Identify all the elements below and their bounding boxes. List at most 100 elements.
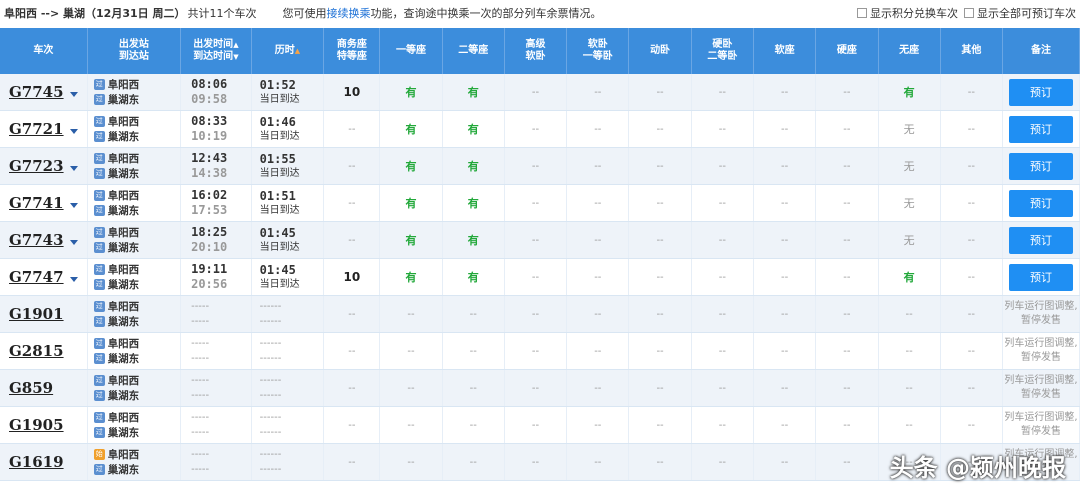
seat-availability: -- [531,456,540,468]
train-number-link[interactable]: G7721 [9,120,64,138]
train-number-link[interactable]: G7741 [9,194,64,212]
bookable-train-toggle[interactable]: 显示全部可预订车次 [964,5,1076,21]
train-cell: G7721 [0,110,88,148]
duration-value: 01:51 [259,188,296,203]
points-train-toggle[interactable]: 显示积分兑换车次 [857,5,958,21]
chevron-down-icon[interactable] [69,165,78,171]
seat-cell[interactable]: 有 [442,147,505,185]
seat-cell: -- [753,332,817,370]
departure-time: 18:25 [191,225,228,239]
transfer-link[interactable]: 接续换乘 [326,7,370,20]
seat-cell[interactable]: 有 [878,74,941,111]
arrive-day: ------ [259,316,282,327]
train-number-link[interactable]: G2815 [9,342,64,360]
note-cell: 预订 [1002,258,1080,296]
train-number-link[interactable]: G1905 [9,416,64,434]
chevron-down-icon[interactable] [69,128,78,134]
seat-cell[interactable]: 有 [442,110,505,148]
seat-cell[interactable]: 10 [323,74,381,111]
pass-station-icon: 过 [93,227,105,238]
seat-availability: -- [718,123,726,135]
seat-availability: -- [469,456,477,468]
train-number-link[interactable]: G1901 [9,305,64,323]
seat-cell[interactable]: 有 [442,184,505,222]
seat-cell[interactable]: 有 [379,258,443,296]
chevron-down-icon[interactable] [69,239,78,245]
train-count: 共计11个车次 [187,7,257,20]
seat-availability: 无 [903,234,915,247]
seat-cell[interactable]: 有 [379,74,443,111]
duration-cell: ------ ------ [251,443,325,481]
book-button[interactable]: 预订 [1009,263,1074,291]
train-number-link[interactable]: G7723 [9,157,64,175]
col-seat: 动卧 [628,28,692,74]
seat-cell: -- [691,332,754,370]
seat-cell[interactable]: 有 [379,184,443,222]
seat-cell[interactable]: 有 [379,147,443,185]
seat-cell: -- [940,369,1004,407]
arrival-station: 过巢湖东 [93,240,180,255]
seat-cell: -- [442,295,505,333]
book-button[interactable]: 预订 [1009,152,1074,180]
seat-availability: -- [656,345,664,357]
station-name: 巢湖东 [107,242,140,254]
seat-cell[interactable]: 有 [379,110,443,148]
col-seat: 其他 [940,28,1004,74]
chevron-down-icon[interactable] [69,91,78,97]
seat-cell: -- [323,369,381,407]
seat-availability: -- [594,123,602,135]
chevron-down-icon[interactable] [69,276,78,282]
seat-cell[interactable]: 有 [442,74,505,111]
train-number-link[interactable]: G859 [9,379,53,397]
departure-station: 过阜阳西 [93,262,180,277]
train-number-link[interactable]: G1619 [9,453,64,471]
seat-cell[interactable]: 有 [878,258,941,296]
seat-cell: -- [878,369,941,407]
note-cell: 预订 [1002,147,1080,185]
station-name: 阜阳西 [107,116,140,128]
col-seat: 一等座 [379,28,443,74]
seat-cell[interactable]: 有 [442,258,505,296]
seat-availability: -- [469,419,477,431]
train-number-link[interactable]: G7747 [9,268,64,286]
seat-cell: -- [566,295,630,333]
station-name: 阜阳西 [107,153,140,165]
pass-station-icon: 过 [93,153,105,164]
pass-station-icon: 过 [93,116,105,127]
note-cell: 列车运行图调整,暂停发售 [1002,332,1080,370]
train-number-link[interactable]: G7745 [9,83,64,101]
station-cell: 始阜阳西过巢湖东 [87,443,182,481]
seat-cell[interactable]: 有 [442,221,505,259]
checkbox-icon[interactable] [964,8,974,18]
duration-cell: 01:45 当日到达 [251,258,325,296]
time-cell: ----- ----- [180,443,252,481]
seat-availability: -- [718,419,726,431]
book-button[interactable]: 预订 [1009,78,1074,106]
seat-availability: -- [967,271,975,283]
col-time[interactable]: 出发时间▲ 到达时间▼ [180,28,252,74]
seat-cell[interactable]: 10 [323,258,381,296]
seat-availability: -- [967,160,975,172]
seat-cell[interactable]: 有 [379,221,443,259]
seat-availability: 无 [903,197,915,210]
book-button[interactable]: 预订 [1009,189,1074,217]
seat-cell: -- [323,184,381,222]
time-cell: ----- ----- [180,295,252,333]
seat-cell: -- [628,443,692,481]
book-button[interactable]: 预订 [1009,226,1074,254]
chevron-down-icon[interactable] [69,202,78,208]
seat-availability: -- [843,456,851,468]
train-cell: G1901 [0,295,88,333]
station-name: 巢湖东 [107,168,140,180]
train-number-link[interactable]: G7743 [9,231,64,249]
note-cell: 列车运行图调整,暂停发售 [1002,369,1080,407]
seat-availability: -- [531,308,540,320]
seat-availability: -- [843,234,851,246]
checkbox-icon[interactable] [857,8,867,18]
seat-availability: -- [407,382,415,394]
col-duration[interactable]: 历时▲ [251,28,325,74]
book-button[interactable]: 预订 [1009,115,1074,143]
seat-availability: 有 [467,160,479,173]
pass-station-icon: 过 [93,316,105,327]
seat-cell: -- [628,369,692,407]
